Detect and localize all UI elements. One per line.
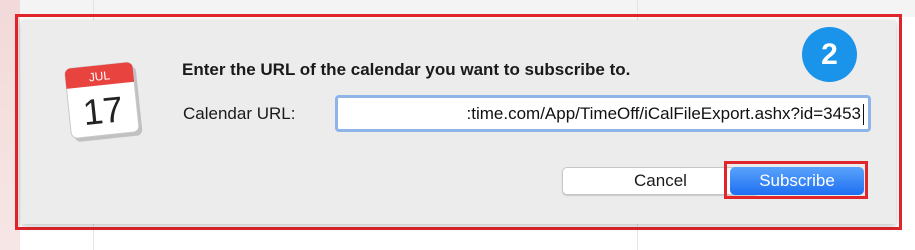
step-number-badge: 2	[802, 27, 857, 82]
calendar-icon-month: JUL	[88, 68, 111, 84]
dialog-heading: Enter the URL of the calendar you want t…	[182, 60, 631, 79]
calendar-icon-day: 17	[81, 88, 125, 133]
calendar-url-input[interactable]: :time.com/App/TimeOff/iCalFileExport.ash…	[335, 95, 871, 132]
calendar-app-icon: JUL 17	[64, 61, 143, 142]
text-cursor	[863, 104, 864, 125]
calendar-url-label: Calendar URL:	[183, 104, 296, 123]
subscribe-button[interactable]: Subscribe	[730, 167, 864, 195]
calendar-url-value: :time.com/App/TimeOff/iCalFileExport.ash…	[466, 104, 861, 123]
